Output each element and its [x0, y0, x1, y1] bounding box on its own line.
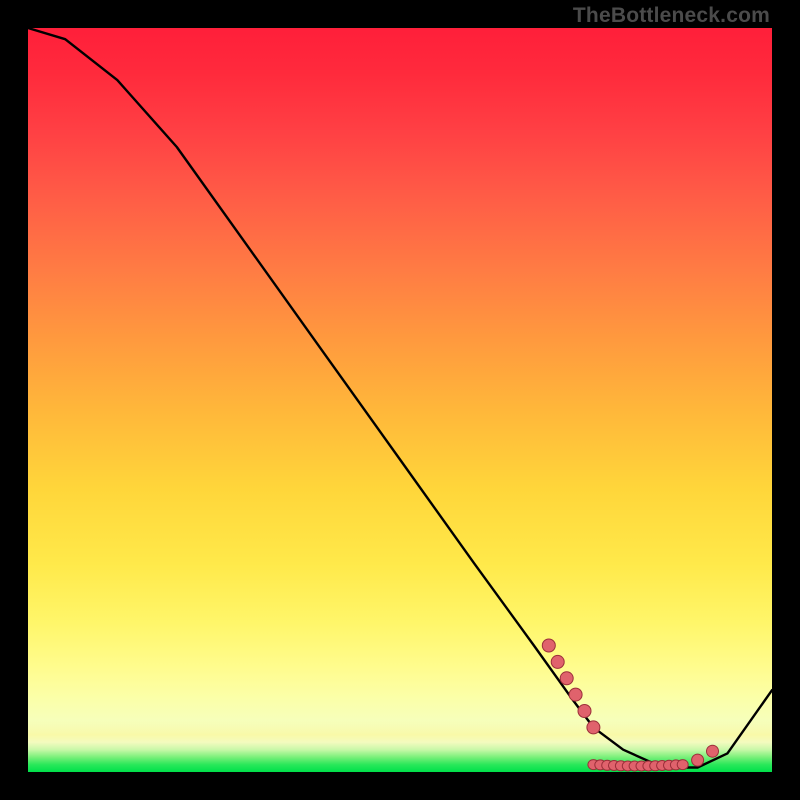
marker-dot — [569, 688, 582, 701]
chart-frame: TheBottleneck.com — [0, 0, 800, 800]
marker-group — [542, 639, 718, 771]
watermark-text: TheBottleneck.com — [573, 4, 770, 28]
curve-line — [28, 28, 772, 768]
marker-dot — [551, 655, 564, 668]
marker-dot — [587, 721, 600, 734]
plot-area — [28, 28, 772, 772]
chart-svg — [28, 28, 772, 772]
marker-dot — [692, 754, 704, 766]
marker-dot — [707, 745, 719, 757]
marker-dot — [560, 672, 573, 685]
marker-dot — [542, 639, 555, 652]
marker-dot — [677, 760, 688, 770]
curve-path — [28, 28, 772, 768]
marker-dot — [578, 705, 591, 718]
